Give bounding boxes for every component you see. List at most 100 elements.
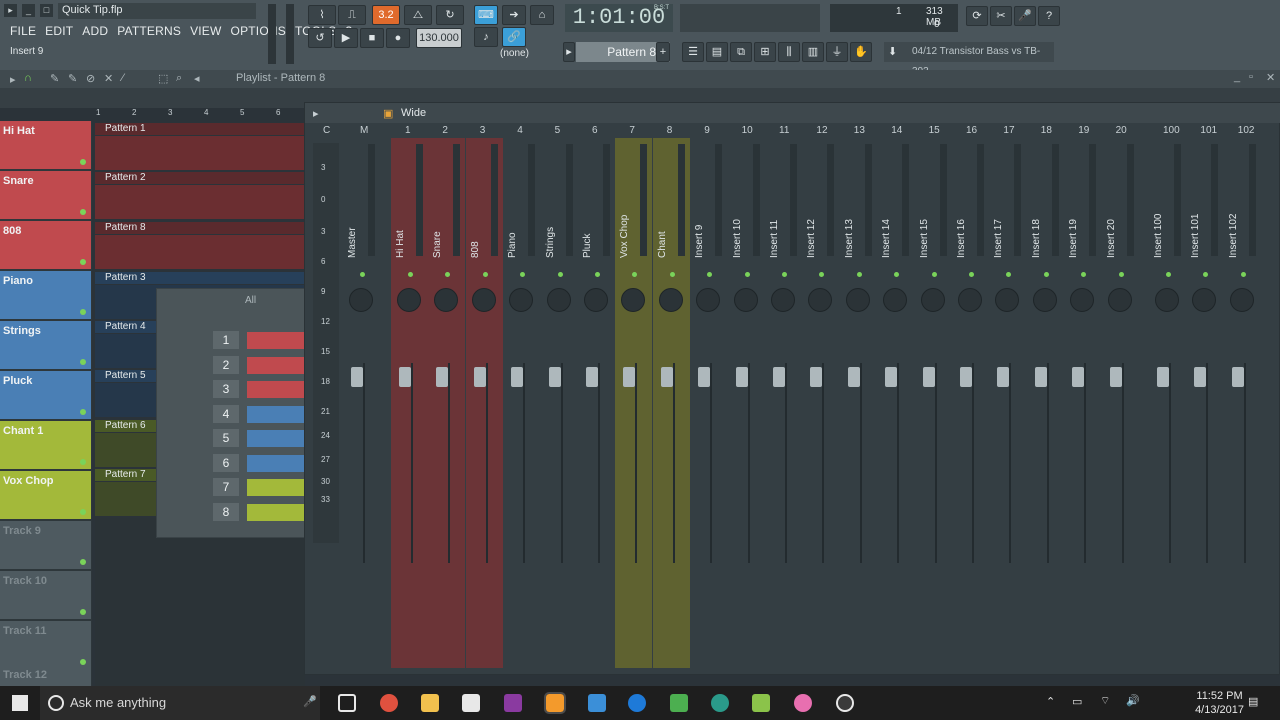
track-header[interactable]: Track 10: [0, 571, 91, 619]
track-led[interactable]: [80, 259, 86, 265]
pattern-mode-button[interactable]: 3.2: [372, 5, 400, 25]
pan-knob[interactable]: [1155, 288, 1179, 312]
countdown-button[interactable]: ⌂: [530, 5, 554, 25]
volume-fader[interactable]: [698, 367, 711, 387]
mixer-strip[interactable]: 3 808: [465, 125, 503, 668]
mixer-strip[interactable]: 17 Insert 17: [989, 125, 1026, 668]
volume-fader[interactable]: [735, 367, 748, 387]
mixer-strip[interactable]: 1 Hi Hat: [391, 125, 428, 668]
track-header[interactable]: Piano: [0, 271, 91, 319]
app-icon[interactable]: [588, 694, 606, 712]
mute-led[interactable]: [1240, 272, 1246, 277]
mixer-strip[interactable]: 12 Insert 12: [802, 125, 839, 668]
pattern-clip-label[interactable]: Pattern 8: [95, 222, 305, 234]
volume-fader[interactable]: [773, 367, 785, 387]
volume-fader[interactable]: [623, 367, 636, 387]
pan-knob[interactable]: [808, 288, 833, 312]
rack-channel-button[interactable]: [247, 455, 307, 472]
mixer-strip[interactable]: 4 Piano: [503, 125, 540, 668]
track-led[interactable]: [80, 309, 86, 315]
onenote-icon[interactable]: [504, 694, 522, 712]
magnet-icon[interactable]: ∩: [24, 72, 32, 84]
paint-tool-icon[interactable]: ✎: [68, 72, 77, 85]
mute-led[interactable]: [931, 272, 937, 277]
track-header[interactable]: Track 11: [0, 621, 91, 669]
volume-icon[interactable]: 🔊: [1126, 694, 1140, 707]
mute-led[interactable]: [782, 272, 787, 277]
track-header[interactable]: Track 9: [0, 521, 91, 569]
playlist-arrow-icon[interactable]: ▸: [10, 73, 16, 86]
pan-knob[interactable]: [658, 288, 683, 312]
mute-led[interactable]: [1043, 272, 1049, 277]
volume-fader[interactable]: [997, 367, 1010, 387]
mixer-strip[interactable]: 8 Chant: [652, 125, 690, 668]
cortana-circle-icon[interactable]: [48, 695, 64, 711]
rack-filter-label[interactable]: All: [245, 295, 256, 306]
mixer-strip[interactable]: 5 Strings: [541, 125, 578, 668]
rack-row[interactable]: 2: [161, 356, 307, 376]
obs-icon[interactable]: [836, 694, 854, 712]
track-led[interactable]: [80, 409, 86, 415]
track-header[interactable]: Chant 1: [0, 421, 91, 469]
mixer-strip[interactable]: 16 Insert 16: [952, 125, 989, 668]
undo-history-icon[interactable]: ⟳: [966, 6, 988, 26]
mixer-strip[interactable]: 11 Insert 11: [765, 125, 802, 668]
rack-channel-button[interactable]: [247, 406, 307, 423]
mute-led[interactable]: [1081, 272, 1087, 277]
pan-knob[interactable]: [845, 288, 870, 312]
track-led[interactable]: [80, 509, 86, 515]
rack-channel-button[interactable]: [247, 357, 307, 374]
mute-led[interactable]: [595, 272, 600, 277]
mic-icon[interactable]: 🎤: [1014, 6, 1036, 26]
rack-channel-button[interactable]: [247, 504, 307, 521]
volume-fader[interactable]: [1034, 367, 1047, 387]
pan-knob[interactable]: [1229, 288, 1254, 312]
mixer-strip[interactable]: 6 Pluck: [578, 125, 615, 668]
rack-row[interactable]: 4: [161, 405, 307, 425]
globe-icon[interactable]: [711, 694, 729, 712]
download-icon[interactable]: ⬇: [888, 45, 902, 59]
menu-patterns[interactable]: PATTERNS: [117, 24, 181, 38]
mute-led[interactable]: [707, 272, 713, 277]
menu-options[interactable]: OPTIONS: [231, 24, 286, 38]
master-pitch-slider[interactable]: [286, 4, 294, 64]
wait-button[interactable]: ⎍: [338, 5, 366, 25]
mixer-strip[interactable]: 18 Insert 18: [1027, 125, 1064, 668]
snap-selector[interactable]: (none): [500, 48, 529, 59]
pattern-prev-button[interactable]: ▸: [563, 42, 575, 62]
typing-keyboard-button[interactable]: ⌨: [474, 5, 498, 25]
pan-knob[interactable]: [1107, 288, 1132, 312]
mute-led[interactable]: [632, 272, 638, 277]
slice-tool-icon[interactable]: ⁄: [122, 72, 124, 84]
rack-channel-button[interactable]: [247, 479, 307, 496]
playlist-close-button[interactable]: ✕: [1266, 71, 1275, 84]
mute-led[interactable]: [856, 272, 862, 277]
tray-expand-icon[interactable]: ⌃: [1046, 695, 1055, 708]
tempo-display[interactable]: 130.000: [416, 28, 462, 48]
pan-knob[interactable]: [1032, 288, 1057, 312]
pan-knob[interactable]: [1070, 288, 1095, 312]
volume-fader[interactable]: [885, 367, 898, 387]
menu-edit[interactable]: EDIT: [45, 24, 73, 38]
playlist-empty-grid[interactable]: [95, 518, 305, 686]
minimize-button[interactable]: _: [22, 4, 35, 17]
mixer-strip[interactable]: 14 Insert 14: [877, 125, 914, 668]
record-button[interactable]: ●: [386, 28, 410, 48]
track-header[interactable]: Vox Chop: [0, 471, 91, 519]
loop-record-button[interactable]: ↻: [436, 5, 464, 25]
mute-led[interactable]: [1118, 272, 1124, 277]
volume-fader[interactable]: [436, 367, 449, 387]
volume-fader[interactable]: [1157, 367, 1169, 387]
rack-channel-button[interactable]: [247, 332, 307, 349]
track-led[interactable]: [80, 609, 86, 615]
volume-fader[interactable]: [847, 367, 860, 387]
volume-fader[interactable]: [960, 367, 972, 387]
pan-knob[interactable]: [696, 288, 721, 312]
pattern-clip-label[interactable]: Pattern 2: [95, 172, 305, 184]
itunes-icon[interactable]: [794, 694, 812, 712]
track-led[interactable]: [80, 209, 86, 215]
mixer-strip[interactable]: Master: [343, 138, 380, 668]
track-led[interactable]: [80, 159, 86, 165]
mic-icon[interactable]: 🎤: [303, 695, 317, 708]
volume-fader[interactable]: [660, 367, 673, 387]
